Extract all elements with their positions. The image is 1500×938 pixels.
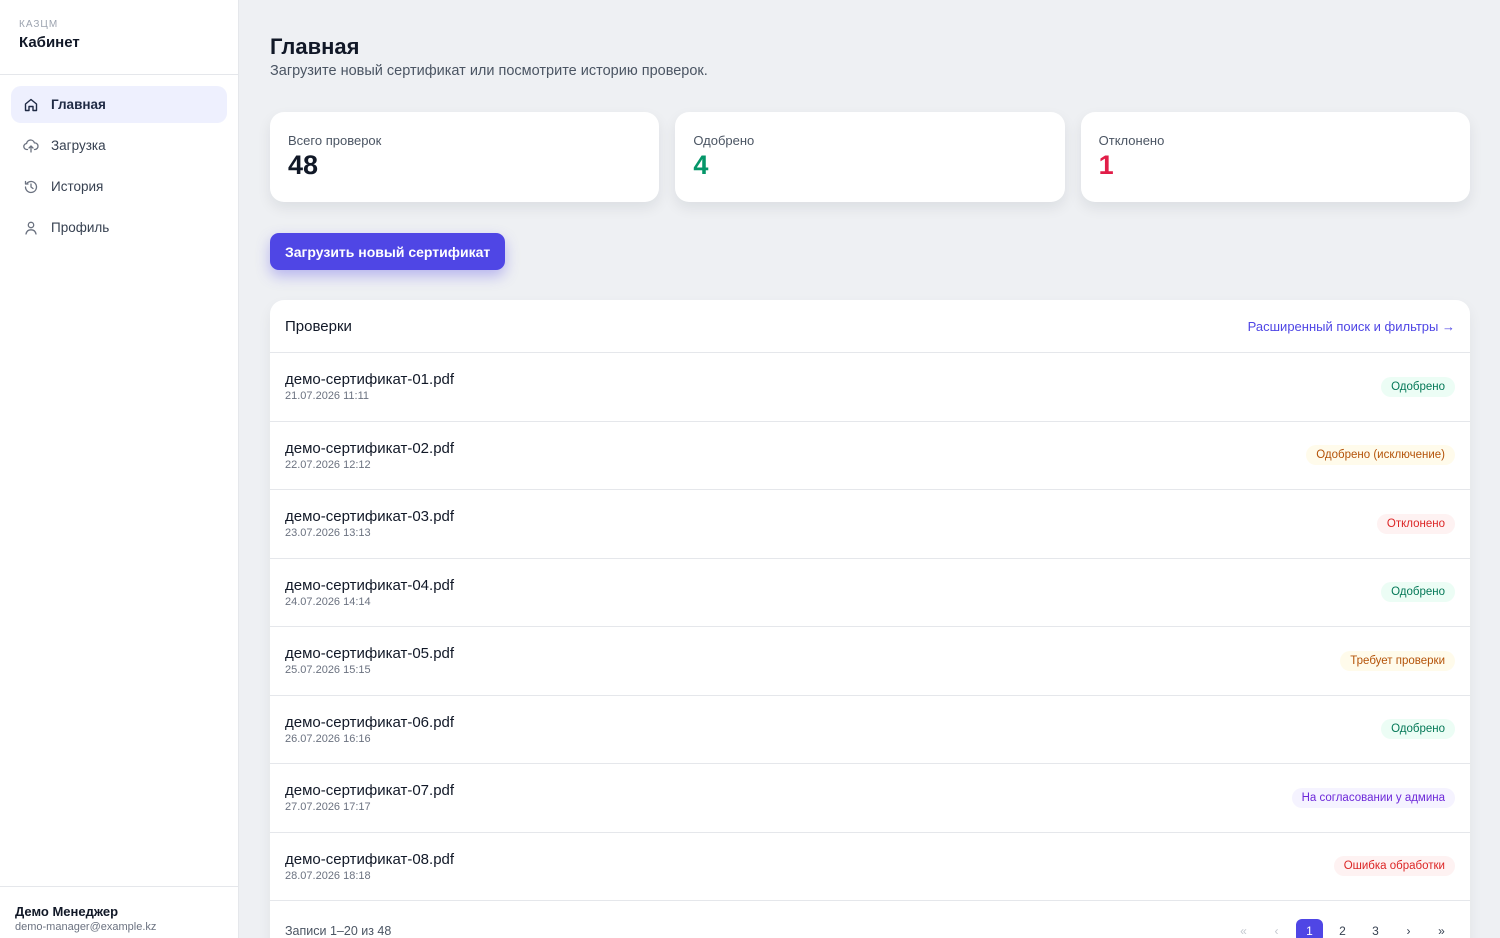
table-row[interactable]: демо-сертификат-01.pdf 21.07.2026 11:11 …	[270, 353, 1470, 422]
status-badge: Отклонено	[1376, 513, 1455, 534]
file-name: демо-сертификат-08.pdf	[285, 850, 455, 868]
table-row[interactable]: демо-сертификат-03.pdf 23.07.2026 13:13 …	[270, 490, 1470, 559]
sidebar-item-history[interactable]: История	[11, 168, 227, 205]
sidebar-nav: Главная Загрузка История Профиль	[0, 75, 238, 261]
checks-panel: Проверки Расширенный поиск и фильтры → д…	[270, 300, 1470, 938]
sidebar-item-upload[interactable]: Загрузка	[11, 127, 227, 164]
pagination-bar: Записи 1–20 из 48 « ‹ 1 2 3 › »	[270, 901, 1470, 938]
user-icon	[23, 220, 39, 236]
sidebar-item-label: История	[51, 179, 104, 194]
sidebar-item-label: Профиль	[51, 220, 110, 235]
file-name: демо-сертификат-05.pdf	[285, 645, 455, 663]
page-button-1[interactable]: 1	[1296, 919, 1323, 938]
file-date: 22.07.2026 12:12	[285, 458, 371, 471]
advanced-search-link[interactable]: Расширенный поиск и фильтры →	[1248, 319, 1455, 334]
file-date: 26.07.2026 16:16	[285, 732, 371, 745]
history-icon	[23, 179, 39, 195]
file-name: демо-сертификат-04.pdf	[285, 576, 455, 594]
page-subtitle: Загрузите новый сертификат или посмотрит…	[270, 63, 708, 79]
user-info: Демо Менеджер demo-manager@example.kz	[0, 886, 239, 938]
table-row[interactable]: демо-сертификат-08.pdf 28.07.2026 18:18 …	[270, 833, 1470, 901]
file-name: демо-сертификат-06.pdf	[285, 713, 455, 731]
file-name: демо-сертификат-03.pdf	[285, 508, 455, 526]
brand: КАЗЦМ Кабинет	[0, 0, 238, 75]
stat-card-total: Всего проверок 48	[270, 112, 660, 202]
sidebar-item-label: Главная	[51, 97, 106, 112]
table-row[interactable]: демо-сертификат-07.pdf 27.07.2026 17:17 …	[270, 764, 1470, 833]
status-badge: Ошибка обработки	[1333, 856, 1455, 877]
stat-label: Отклонено	[1098, 133, 1165, 148]
records-count: Записи 1–20 из 48	[285, 924, 392, 938]
upload-cloud-icon	[23, 138, 39, 154]
status-badge: Одобрено	[1381, 376, 1455, 397]
sidebar: КАЗЦМ Кабинет Главная Загрузка История П…	[0, 0, 239, 938]
file-name: демо-сертификат-02.pdf	[285, 439, 455, 457]
sidebar-item-home[interactable]: Главная	[11, 86, 227, 123]
pagination: « ‹ 1 2 3 › »	[1230, 919, 1455, 938]
checks-title: Проверки	[285, 317, 352, 335]
upload-certificate-button[interactable]: Загрузить новый сертификат	[270, 233, 506, 270]
file-date: 24.07.2026 14:14	[285, 595, 371, 608]
file-date: 27.07.2026 17:17	[285, 801, 371, 814]
stats-row: Всего проверок 48 Одобрено 4 Отклонено 1	[270, 112, 1470, 202]
page-title: Главная	[270, 34, 360, 59]
table-row[interactable]: демо-сертификат-02.pdf 22.07.2026 12:12 …	[270, 422, 1470, 490]
stat-value: 4	[693, 150, 709, 180]
page-button-3[interactable]: 3	[1362, 919, 1389, 938]
stat-card-rejected: Отклонено 1	[1080, 112, 1470, 202]
stat-value: 1	[1098, 150, 1114, 180]
sidebar-item-label: Загрузка	[51, 138, 106, 153]
status-badge: Требует проверки	[1340, 650, 1455, 671]
brand-title: Кабинет	[19, 34, 80, 51]
file-name: демо-сертификат-01.pdf	[285, 371, 455, 389]
table-row[interactable]: демо-сертификат-05.pdf 25.07.2026 15:15 …	[270, 627, 1470, 696]
stat-label: Всего проверок	[288, 133, 382, 148]
status-badge: Одобрено	[1381, 719, 1455, 740]
file-date: 28.07.2026 18:18	[285, 869, 371, 882]
page-button-2[interactable]: 2	[1329, 919, 1356, 938]
next-page-button[interactable]: ›	[1395, 919, 1422, 938]
last-page-button[interactable]: »	[1428, 919, 1455, 938]
status-badge: Одобрено	[1381, 582, 1455, 603]
home-icon	[23, 97, 39, 113]
sidebar-item-profile[interactable]: Профиль	[11, 209, 227, 246]
checks-panel-header: Проверки Расширенный поиск и фильтры →	[270, 300, 1470, 353]
table-row[interactable]: демо-сертификат-06.pdf 26.07.2026 16:16 …	[270, 696, 1470, 764]
first-page-button[interactable]: «	[1230, 919, 1257, 938]
stat-card-approved: Одобрено 4	[675, 112, 1065, 202]
status-badge: Одобрено (исключение)	[1306, 445, 1455, 466]
stat-value: 48	[288, 150, 319, 180]
table-row[interactable]: демо-сертификат-04.pdf 24.07.2026 14:14 …	[270, 559, 1470, 627]
file-date: 21.07.2026 11:11	[285, 390, 370, 403]
stat-label: Одобрено	[693, 133, 755, 148]
user-name: Демо Менеджер	[15, 904, 119, 919]
user-email: demo-manager@example.kz	[15, 921, 157, 933]
brand-org: КАЗЦМ	[19, 19, 59, 30]
file-date: 23.07.2026 13:13	[285, 527, 371, 540]
status-badge: На согласовании у админа	[1291, 787, 1455, 808]
file-date: 25.07.2026 15:15	[285, 664, 371, 677]
prev-page-button[interactable]: ‹	[1263, 919, 1290, 938]
file-name: демо-сертификат-07.pdf	[285, 782, 455, 800]
